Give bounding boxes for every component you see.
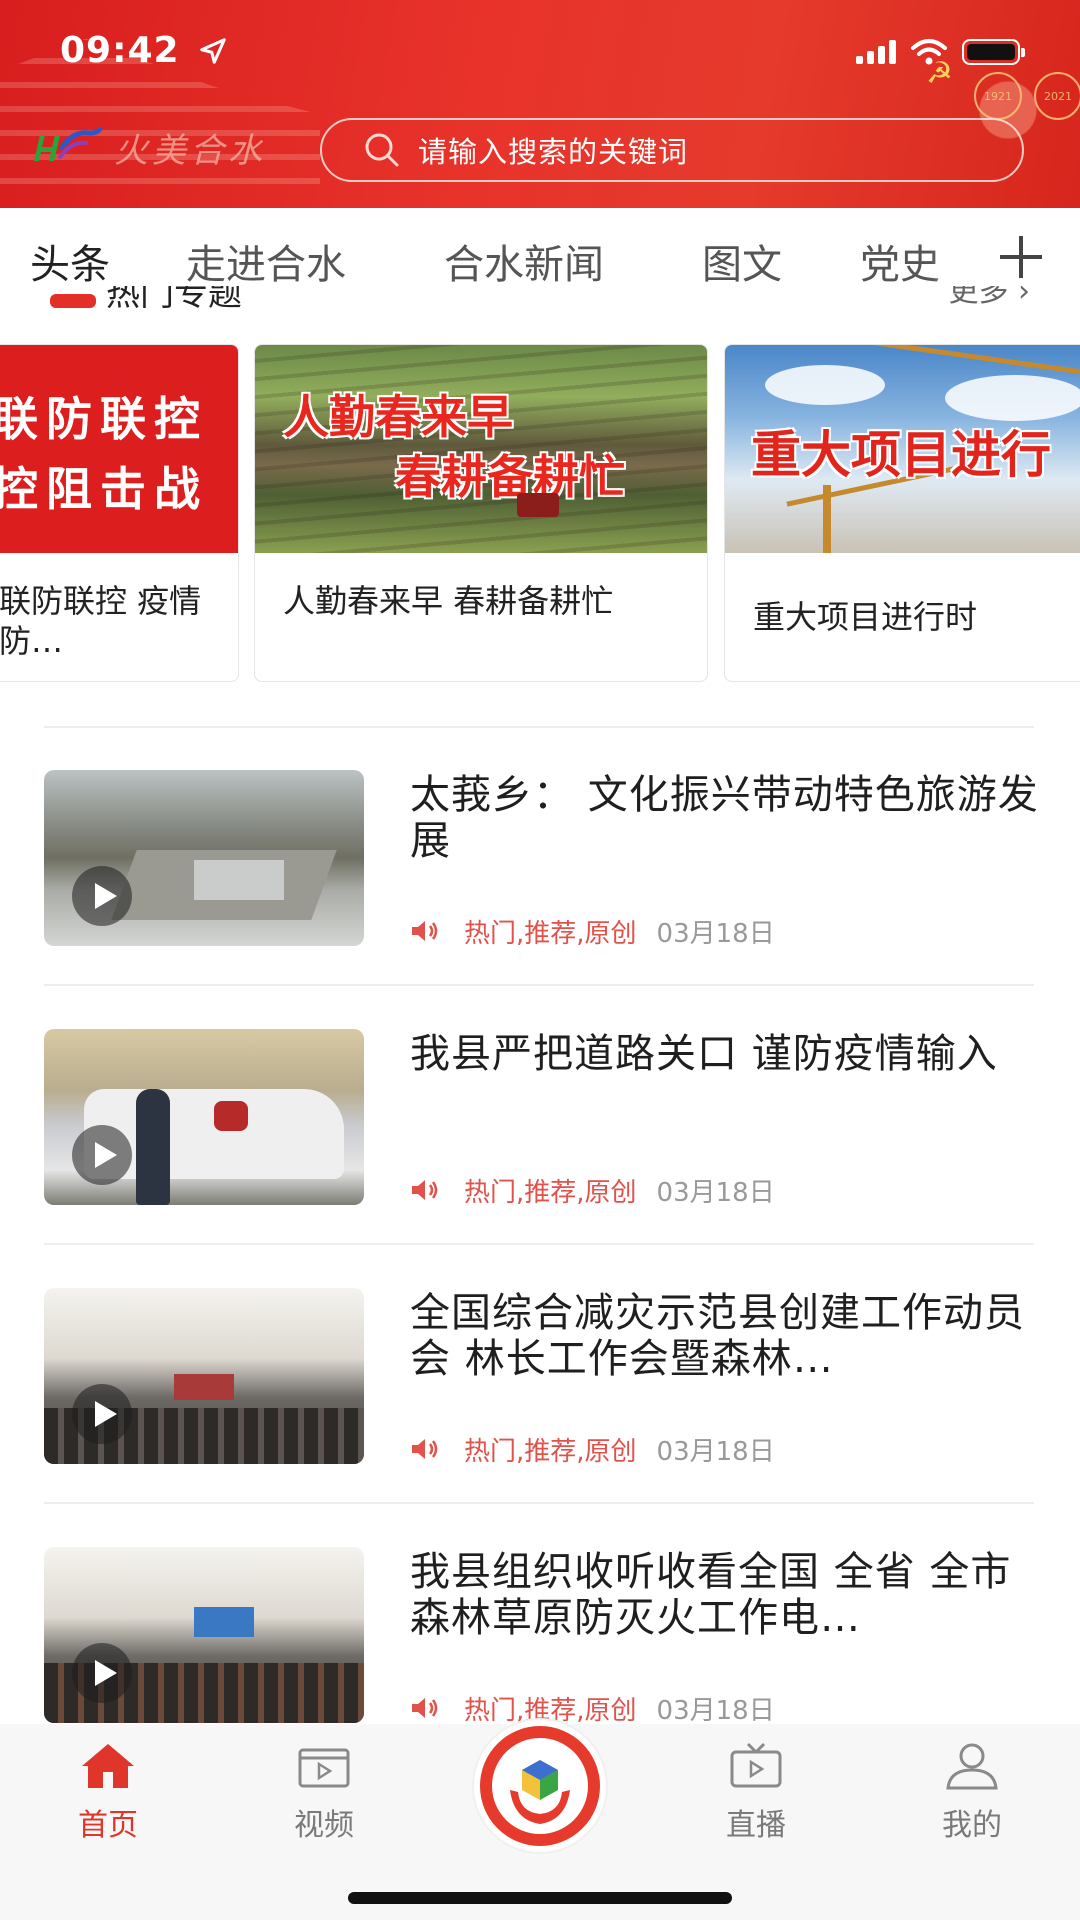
nav-live[interactable]: 直播 <box>686 1740 826 1860</box>
tab-zoujin-heshui[interactable]: 走进合水 <box>186 232 346 290</box>
nav-home-label: 首页 <box>78 1808 138 1843</box>
news-tags: 热门,推荐,原创 <box>464 1436 637 1467</box>
news-item[interactable]: 全国综合减灾示范县创建工作动员会 林长工作会暨森林… 热门,推荐,原创 03月1… <box>0 1288 1080 1488</box>
news-title: 太莪乡： 文化振兴带动特色旅游发展 <box>410 772 1039 864</box>
live-tv-icon <box>730 1742 782 1788</box>
add-channel-icon[interactable] <box>996 232 1046 282</box>
tab-tuwen[interactable]: 图文 <box>702 232 782 290</box>
home-icon <box>82 1744 134 1788</box>
topic-card[interactable]: 联防联控 疫情防控阻击战 联防联控 疫情防… <box>0 344 239 682</box>
topic-image-caption: 重大项目进行 <box>751 426 1051 484</box>
nav-profile[interactable]: 我的 <box>902 1740 1042 1860</box>
search-placeholder: 请输入搜索的关键词 <box>418 135 689 169</box>
bottom-nav: 首页 视频 直播 我的 <box>0 1720 1080 1920</box>
tractor-shape <box>517 493 559 517</box>
news-thumbnail <box>44 1288 364 1464</box>
topic-card-image: 重大项目进行 <box>725 345 1080 553</box>
news-title: 我县严把道路关口 谨防疫情输入 <box>410 1031 998 1077</box>
tab-heshui-news[interactable]: 合水新闻 <box>444 232 604 290</box>
topic-card-image: 联防联控 疫情防控阻击战 <box>0 345 238 553</box>
news-meta: 热门,推荐,原创 03月18日 <box>410 1175 775 1208</box>
speaker-icon[interactable] <box>410 918 440 944</box>
news-item[interactable]: 我县组织收听收看全国 全省 全市森林草原防灭火工作电… 热门,推荐,原创 03月… <box>0 1547 1080 1747</box>
video-icon <box>298 1748 350 1788</box>
play-icon <box>72 866 132 926</box>
location-arrow-icon <box>200 38 226 64</box>
nav-video[interactable]: 视频 <box>254 1740 394 1860</box>
topic-image-caption: 联防联控 <box>0 392 208 446</box>
topic-card-image: 人勤春来早 春耕备耕忙 <box>255 345 707 553</box>
center-logo-button[interactable] <box>474 1720 606 1852</box>
wifi-icon <box>911 39 947 65</box>
status-time: 09:42 <box>60 30 180 71</box>
divider <box>44 984 1034 986</box>
tab-toutiao[interactable]: 头条 <box>30 232 110 290</box>
nav-video-label: 视频 <box>294 1808 354 1843</box>
divider <box>44 1502 1034 1504</box>
topic-image-caption: 疫情防控阻击战 <box>0 462 208 516</box>
year-badge-1921: 1921 <box>974 72 1022 120</box>
topic-card[interactable]: 重大项目进行 重大项目进行时 <box>724 344 1080 682</box>
home-indicator[interactable] <box>348 1892 732 1904</box>
app-header: 1921 2021 ☭ 09:42 火美合水 请输入搜索的关键词 <box>0 0 1080 208</box>
speaker-icon[interactable] <box>410 1177 440 1203</box>
play-icon <box>72 1643 132 1703</box>
year-badge-2021: 2021 <box>1034 72 1080 120</box>
tab-dangshi[interactable]: 党史 <box>860 232 940 290</box>
divider <box>44 1243 1034 1245</box>
more-link[interactable]: 更多 › <box>948 286 1030 310</box>
news-meta: 热门,推荐,原创 03月18日 <box>410 916 775 949</box>
news-title: 我县组织收听收看全国 全省 全市森林草原防灭火工作电… <box>410 1549 1012 1641</box>
nav-home[interactable]: 首页 <box>38 1740 178 1860</box>
center-emblem-icon <box>480 1726 600 1846</box>
news-date: 03月18日 <box>656 1436 775 1467</box>
news-meta: 热门,推荐,原创 03月18日 <box>410 1693 775 1726</box>
cellular-signal-icon <box>856 40 896 64</box>
news-thumbnail <box>44 1029 364 1205</box>
logo-text: 火美合水 <box>114 130 266 171</box>
profile-icon <box>946 1743 998 1790</box>
speaker-icon[interactable] <box>410 1695 440 1721</box>
nav-live-label: 直播 <box>726 1808 786 1843</box>
news-date: 03月18日 <box>656 1177 775 1208</box>
section-accent-bar <box>50 294 96 308</box>
nav-profile-label: 我的 <box>942 1808 1002 1843</box>
speaker-icon[interactable] <box>410 1436 440 1462</box>
app-logo: 火美合水 <box>30 124 290 171</box>
news-date: 03月18日 <box>656 1695 775 1726</box>
news-date: 03月18日 <box>656 918 775 949</box>
play-icon <box>72 1125 132 1185</box>
divider <box>44 726 1034 728</box>
hot-topics-header: 热门专题 更多 › <box>40 286 1040 314</box>
status-icons <box>856 38 1025 66</box>
news-tags: 热门,推荐,原创 <box>464 1177 637 1208</box>
topic-image-caption: 人勤春来早 <box>283 390 513 444</box>
battery-icon <box>962 39 1025 65</box>
topic-card-title: 人勤春来早 春耕备耕忙 <box>283 582 614 620</box>
news-tags: 热门,推荐,原创 <box>464 918 637 949</box>
news-meta: 热门,推荐,原创 03月18日 <box>410 1434 775 1467</box>
play-icon <box>72 1384 132 1444</box>
topic-image-caption: 春耕备耕忙 <box>395 450 625 504</box>
hot-topics-title: 热门专题 <box>106 286 242 314</box>
search-icon <box>365 133 399 167</box>
logo-mark-icon <box>34 127 103 161</box>
topic-card-title: 重大项目进行时 <box>753 598 978 636</box>
news-title: 全国综合减灾示范县创建工作动员会 林长工作会暨森林… <box>410 1290 1025 1382</box>
topic-card-title: 联防联控 疫情防… <box>0 582 202 660</box>
news-item[interactable]: 我县严把道路关口 谨防疫情输入 热门,推荐,原创 03月18日 <box>0 1029 1080 1229</box>
news-item[interactable]: 太莪乡： 文化振兴带动特色旅游发展 热门,推荐,原创 03月18日 <box>0 770 1080 970</box>
news-thumbnail <box>44 1547 364 1723</box>
topic-card[interactable]: 人勤春来早 春耕备耕忙 人勤春来早 春耕备耕忙 <box>254 344 708 682</box>
search-bar[interactable]: 请输入搜索的关键词 <box>320 118 1024 182</box>
news-thumbnail <box>44 770 364 946</box>
